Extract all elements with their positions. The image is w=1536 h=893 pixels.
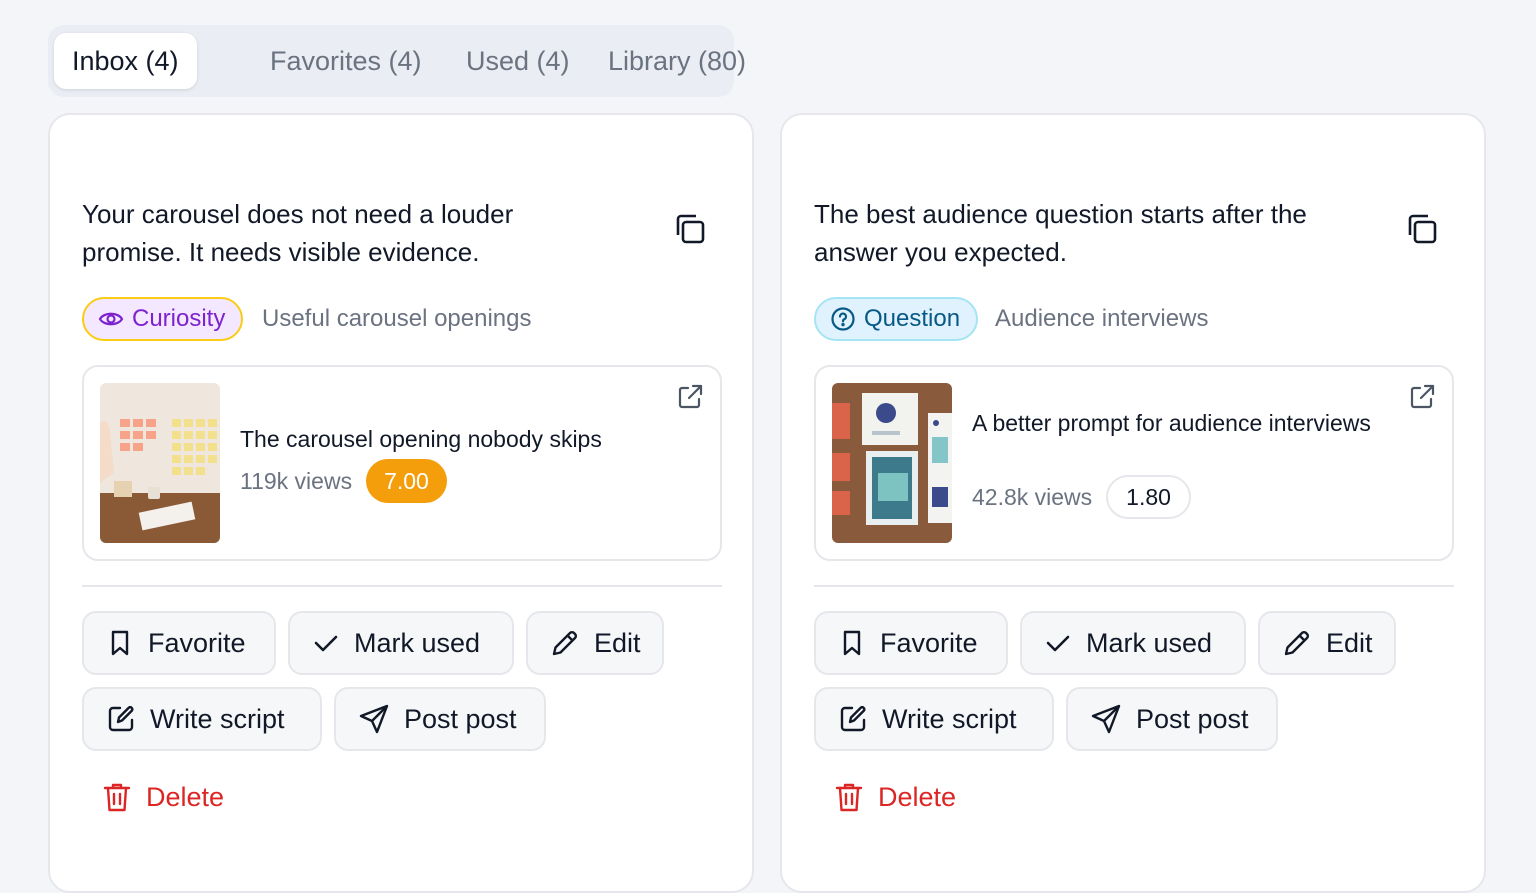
trash-icon <box>835 783 863 812</box>
edit-square-icon <box>840 706 866 732</box>
badge-label: Question <box>864 305 961 332</box>
reference-title: A better prompt for audience interviews <box>972 410 1371 436</box>
view-count: 119k views <box>240 467 353 494</box>
external-link-icon[interactable] <box>674 381 706 413</box>
divider <box>82 585 722 587</box>
check-icon <box>1046 635 1070 652</box>
hook-type-badge: Curiosity <box>82 297 244 341</box>
tab-favorites[interactable]: Favorites (4) <box>252 33 440 89</box>
eye-icon <box>98 312 124 326</box>
pencil-icon <box>552 630 578 656</box>
send-icon <box>359 704 389 734</box>
badge-label: Curiosity <box>132 305 226 332</box>
edit-square-icon <box>108 706 134 732</box>
reference-post[interactable]: The carousel opening nobody skips 119k v… <box>82 365 722 561</box>
score-badge: 7.00 <box>366 459 447 503</box>
copy-icon[interactable] <box>670 209 710 249</box>
post-button[interactable]: Post post <box>1066 687 1278 751</box>
view-count: 42.8k views <box>972 483 1093 510</box>
edit-button[interactable]: Edit <box>526 611 664 675</box>
tab-used[interactable]: Used (4) <box>448 33 588 89</box>
divider <box>814 585 1454 587</box>
trash-icon <box>103 783 131 812</box>
reference-post[interactable]: A better prompt for audience interviews … <box>814 365 1454 561</box>
external-link-icon[interactable] <box>1406 381 1438 413</box>
hook-text: The best audience question starts after … <box>814 199 1307 267</box>
write-script-button[interactable]: Write script <box>814 687 1054 751</box>
hook-text: Your carousel does not need a louder pro… <box>82 199 514 267</box>
reference-title: The carousel opening nobody skips <box>240 426 602 452</box>
delete-button[interactable]: Delete <box>834 775 956 819</box>
write-script-button[interactable]: Write script <box>82 687 322 751</box>
check-icon <box>314 635 338 652</box>
post-button[interactable]: Post post <box>334 687 546 751</box>
reference-thumbnail <box>100 383 220 543</box>
tab-bar: Inbox (4) Favorites (4) Used (4) Library… <box>48 25 746 97</box>
favorite-button[interactable]: Favorite <box>82 611 276 675</box>
tab-library[interactable]: Library (80) <box>590 33 764 89</box>
delete-button[interactable]: Delete <box>102 775 224 819</box>
idea-card: The best audience question starts after … <box>780 113 1486 893</box>
tab-inbox[interactable]: Inbox (4) <box>54 33 197 89</box>
topic-label: Audience interviews <box>995 305 1209 332</box>
hook-type-badge: Question <box>814 297 979 341</box>
topic-label: Useful carousel openings <box>262 305 532 332</box>
reference-meta: 42.8k views 1.80 <box>972 475 1191 519</box>
idea-card: Your carousel does not need a louder pro… <box>48 113 754 893</box>
mark-used-button[interactable]: Mark used <box>1020 611 1246 675</box>
bookmark-icon <box>111 630 129 656</box>
edit-button[interactable]: Edit <box>1258 611 1396 675</box>
send-icon <box>1091 704 1121 734</box>
question-circle-icon <box>831 307 855 331</box>
bookmark-icon <box>843 630 861 656</box>
copy-icon[interactable] <box>1402 209 1442 249</box>
reference-meta: 119k views 7.00 <box>240 459 447 503</box>
score-badge: 1.80 <box>1106 475 1191 519</box>
pencil-icon <box>1284 630 1310 656</box>
favorite-button[interactable]: Favorite <box>814 611 1008 675</box>
mark-used-button[interactable]: Mark used <box>288 611 514 675</box>
reference-thumbnail <box>832 383 952 543</box>
